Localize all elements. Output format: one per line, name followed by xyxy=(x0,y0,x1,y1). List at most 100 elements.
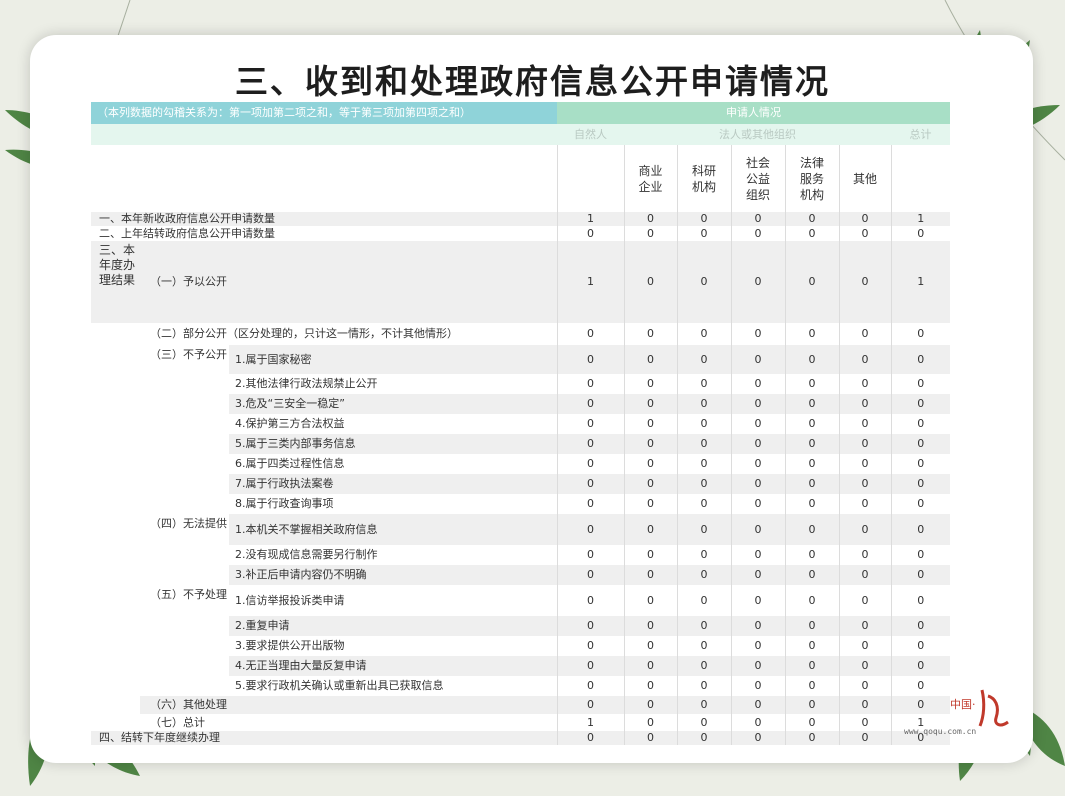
value-cell: 0 xyxy=(676,616,732,636)
value-cell: 0 xyxy=(556,454,625,474)
value-cell: 1 xyxy=(556,212,625,226)
page-title: 三、收到和处理政府信息公开申请情况 xyxy=(235,62,830,101)
value-cell: 0 xyxy=(890,565,951,585)
row-label: 四、结转下年度继续办理 xyxy=(91,731,558,745)
value-cell: 0 xyxy=(676,565,732,585)
row-label: 3.要求提供公开出版物 xyxy=(229,636,558,656)
value-cell: 0 xyxy=(838,616,892,636)
row-label: 5.要求行政机关确认或重新出具已获取信息 xyxy=(229,676,558,696)
value-cell: 0 xyxy=(838,241,892,323)
value-cell: 0 xyxy=(623,731,678,745)
value-cell: 0 xyxy=(838,565,892,585)
table-row: （七）总计 1 0 0 0 0 0 1 xyxy=(91,714,951,731)
value-cell: 0 xyxy=(730,454,786,474)
table-row: 2.其他法律行政法规禁止公开 0 0 0 0 0 0 0 xyxy=(91,374,951,394)
row-label: 一、本年新收政府信息公开申请数量 xyxy=(91,212,558,226)
value-cell: 0 xyxy=(556,585,625,616)
value-cell: 0 xyxy=(623,323,678,345)
header-legal-service: 法律 服务 机构 xyxy=(784,145,840,212)
table-row: 一、本年新收政府信息公开申请数量 1 0 0 0 0 0 1 xyxy=(91,212,951,226)
row-label: 2.没有现成信息需要另行制作 xyxy=(229,545,558,565)
value-cell: 0 xyxy=(838,212,892,226)
row-label: 1.信访举报投诉类申请 xyxy=(229,585,558,616)
value-cell: 0 xyxy=(730,374,786,394)
table-row: （四）无法提供 1.本机关不掌握相关政府信息 0 0 0 0 0 0 0 xyxy=(91,514,951,545)
table-row: 6.属于四类过程性信息 0 0 0 0 0 0 0 xyxy=(91,454,951,474)
table-row: （五）不予处理 1.信访举报投诉类申请 0 0 0 0 0 0 0 xyxy=(91,585,951,616)
value-cell: 0 xyxy=(730,585,786,616)
value-cell: 0 xyxy=(890,494,951,514)
value-cell: 0 xyxy=(556,374,625,394)
header-natural-person: 自然人 xyxy=(557,124,625,145)
value-cell: 0 xyxy=(890,545,951,565)
value-cell: 0 xyxy=(623,434,678,454)
row-label: 2.重复申请 xyxy=(229,616,558,636)
header-business-text: 商业 企业 xyxy=(638,163,663,194)
value-cell: 0 xyxy=(784,323,840,345)
value-cell: 0 xyxy=(556,345,625,374)
value-cell: 0 xyxy=(623,345,678,374)
value-cell: 0 xyxy=(623,696,678,714)
value-cell: 0 xyxy=(623,616,678,636)
value-cell: 0 xyxy=(556,474,625,494)
value-cell: 0 xyxy=(730,616,786,636)
table-row: 3.要求提供公开出版物 0 0 0 0 0 0 0 xyxy=(91,636,951,656)
value-cell: 0 xyxy=(623,494,678,514)
value-cell: 0 xyxy=(784,565,840,585)
header-row-2: 自然人 法人或其他组织 总计 xyxy=(91,124,951,145)
value-cell: 0 xyxy=(676,454,732,474)
value-cell: 0 xyxy=(676,345,732,374)
value-cell: 0 xyxy=(730,323,786,345)
value-cell: 0 xyxy=(838,636,892,656)
value-cell: 0 xyxy=(890,474,951,494)
value-cell: 0 xyxy=(556,494,625,514)
value-cell: 0 xyxy=(556,434,625,454)
header-note: （本列数据的勾稽关系为：第一项加第二项之和，等于第三项加第四项之和） xyxy=(91,102,558,124)
value-cell: 0 xyxy=(838,394,892,414)
row-label: 二、上年结转政府信息公开申请数量 xyxy=(91,226,558,241)
row-label: 5.属于三类内部事务信息 xyxy=(229,434,558,454)
value-cell: 0 xyxy=(890,454,951,474)
value-cell: 1 xyxy=(556,714,625,731)
table-row: 8.属于行政查询事项 0 0 0 0 0 0 0 xyxy=(91,494,951,514)
value-cell: 0 xyxy=(890,414,951,434)
value-cell: 1 xyxy=(890,241,951,323)
header-business: 商业 企业 xyxy=(623,145,678,212)
header-row-1: （本列数据的勾稽关系为：第一项加第二项之和，等于第三项加第四项之和） 申请人情况 xyxy=(91,102,951,124)
value-cell: 0 xyxy=(784,514,840,545)
value-cell: 0 xyxy=(784,714,840,731)
row-label: 6.属于四类过程性信息 xyxy=(229,454,558,474)
value-cell: 0 xyxy=(676,434,732,454)
value-cell: 0 xyxy=(556,394,625,414)
value-cell: 0 xyxy=(730,226,786,241)
table-row: 2.重复申请 0 0 0 0 0 0 0 xyxy=(91,616,951,636)
table-row: 三、本年度办理结果 （一）予以公开 1 0 0 0 0 0 1 xyxy=(91,241,951,323)
value-cell: 0 xyxy=(623,565,678,585)
value-cell: 0 xyxy=(676,374,732,394)
value-cell: 0 xyxy=(838,714,892,731)
value-cell: 0 xyxy=(784,374,840,394)
value-cell: 0 xyxy=(838,676,892,696)
value-cell: 0 xyxy=(623,545,678,565)
value-cell: 0 xyxy=(623,394,678,414)
row-label: 2.其他法律行政法规禁止公开 xyxy=(229,374,558,394)
value-cell: 0 xyxy=(784,434,840,454)
value-cell: 0 xyxy=(556,323,625,345)
row-label: 4.无正当理由大量反复申请 xyxy=(229,656,558,676)
row-label: 3.危及“三安全一稳定” xyxy=(229,394,558,414)
value-cell: 1 xyxy=(890,212,951,226)
row-label: 1.本机关不掌握相关政府信息 xyxy=(229,514,558,545)
header-other: 其他 xyxy=(838,145,892,212)
value-cell: 0 xyxy=(730,636,786,656)
row-label: 1.属于国家秘密 xyxy=(229,345,558,374)
value-cell: 0 xyxy=(676,585,732,616)
table-row: 5.要求行政机关确认或重新出具已获取信息 0 0 0 0 0 0 0 xyxy=(91,676,951,696)
value-cell: 0 xyxy=(784,696,840,714)
watermark-logo: 中国· www.qoqu.com.cn xyxy=(904,689,1009,736)
value-cell: 0 xyxy=(730,474,786,494)
value-cell: 0 xyxy=(676,414,732,434)
value-cell: 0 xyxy=(784,676,840,696)
header-public-welfare: 社会 公益 组织 xyxy=(730,145,786,212)
value-cell: 0 xyxy=(676,474,732,494)
value-cell: 0 xyxy=(890,226,951,241)
